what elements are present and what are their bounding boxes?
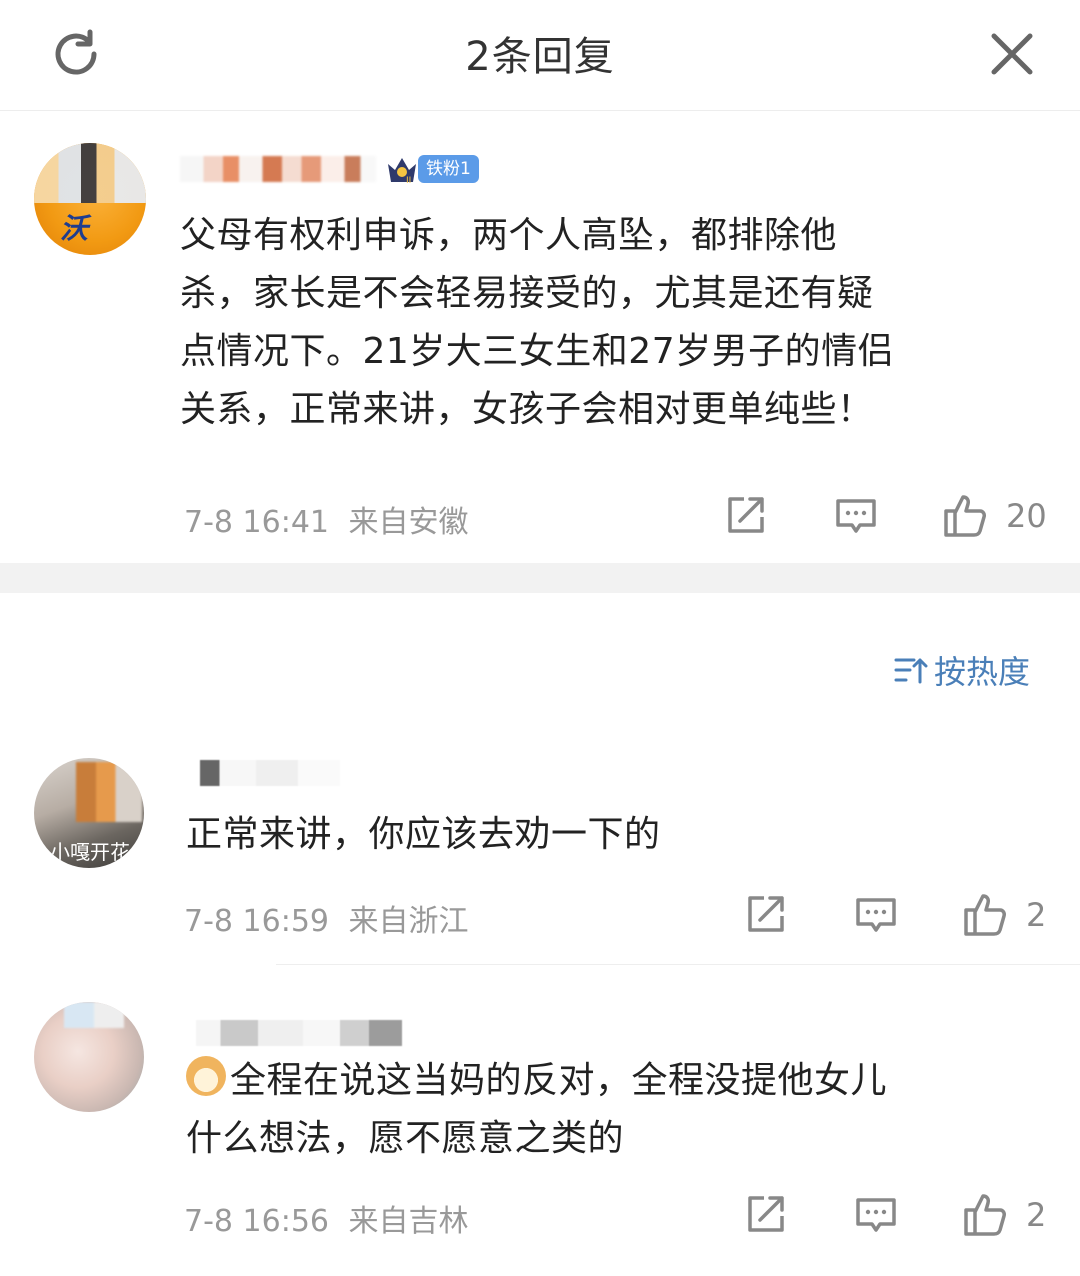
doge-emoji-icon [186, 1056, 226, 1096]
sort-button[interactable]: 按热度 [892, 650, 1031, 691]
username-blurred[interactable] [196, 1020, 402, 1046]
reply-divider [276, 964, 1080, 965]
avatar[interactable]: 沃 [34, 143, 146, 255]
like-count: 2 [1026, 896, 1047, 934]
share-icon[interactable] [744, 1192, 788, 1236]
section-divider [0, 563, 1080, 593]
thumbs-up-icon[interactable] [942, 491, 990, 539]
username-blurred[interactable] [180, 156, 376, 182]
avatar[interactable]: 小嘎开花 [34, 758, 144, 868]
avatar-logo-text: 沃 [60, 212, 89, 245]
sort-label: 按热度 [934, 653, 1031, 691]
reply-text: 正常来讲，你应该去劝一下的 [186, 814, 661, 855]
thumbs-up-icon[interactable] [962, 890, 1010, 938]
reply-text-content: 全程在说这当妈的反对，全程没提他女儿 什么想法，愿不愿意之类的 [186, 1060, 888, 1159]
avatar-mosaic [76, 762, 142, 822]
comment-meta: 7-8 16:41 来自安徽 [184, 497, 469, 541]
share-icon[interactable] [724, 493, 768, 537]
comment-icon[interactable] [854, 894, 898, 938]
reply-location: 来自浙江 [348, 904, 469, 939]
avatar-mosaic [64, 1002, 124, 1028]
like-count: 2 [1026, 1196, 1047, 1234]
comment-location: 来自安徽 [348, 505, 469, 540]
username-blurred[interactable] [200, 760, 340, 786]
comment-icon[interactable] [834, 495, 878, 539]
crown-icon: II [388, 158, 416, 186]
svg-text:II: II [406, 176, 411, 186]
reply-meta: 7-8 16:59 来自浙江 [184, 896, 469, 940]
avatar-text: 小嘎开花 [50, 840, 130, 864]
reply-time: 7-8 16:56 [184, 1204, 329, 1239]
reply-text: 全程在说这当妈的反对，全程没提他女儿 什么想法，愿不愿意之类的 [186, 1052, 1046, 1168]
comment-time: 7-8 16:41 [184, 505, 329, 540]
avatar[interactable] [34, 1002, 144, 1112]
reply-location: 来自吉林 [348, 1204, 469, 1239]
reply-time: 7-8 16:59 [184, 904, 329, 939]
fan-badge: II 铁粉1 [384, 152, 479, 186]
sort-icon [894, 658, 928, 684]
like-count: 20 [1006, 497, 1047, 535]
share-icon[interactable] [744, 892, 788, 936]
dialog-title: 2条回复 [465, 34, 615, 80]
thumbs-up-icon[interactable] [962, 1190, 1010, 1238]
avatar-mosaic [34, 143, 146, 203]
comment-text: 父母有权利申诉，两个人高坠，都排除他 杀，家长是不会轻易接受的，尤其是还有疑 点… [180, 215, 895, 430]
reply-meta: 7-8 16:56 来自吉林 [184, 1196, 469, 1240]
comment-icon[interactable] [854, 1194, 898, 1238]
close-icon[interactable] [986, 28, 1038, 80]
dialog-header: 2条回复 [0, 0, 1080, 111]
main-comment: 沃 II 铁粉1 父母有权利申诉，两个人高坠，都排除他 杀，家长是不会轻易接受的… [0, 111, 1080, 563]
fan-badge-label: 铁粉1 [418, 155, 479, 183]
